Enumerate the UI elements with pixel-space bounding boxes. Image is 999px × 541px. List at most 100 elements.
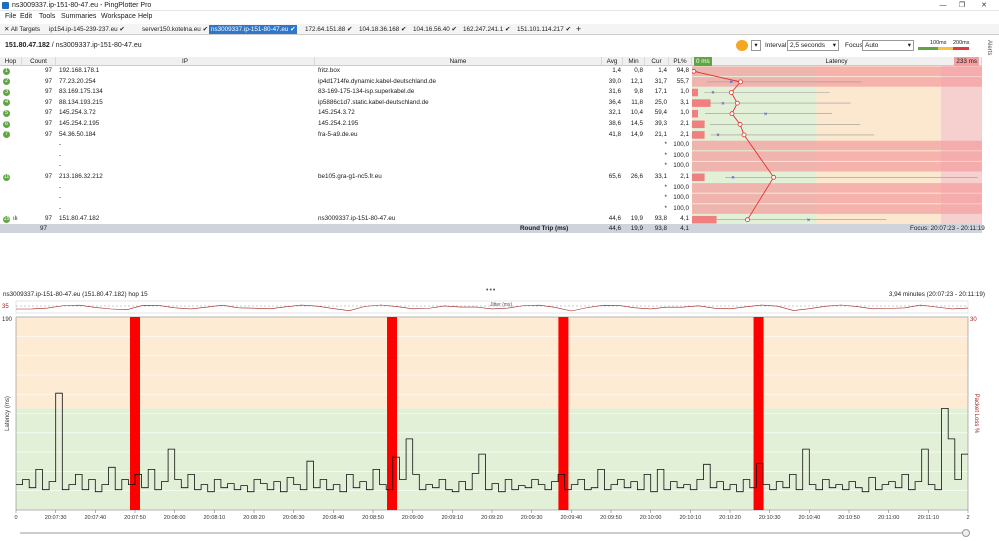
minimize-button[interactable]: — (936, 1, 950, 10)
table-row[interactable]: 2 97 77.23.20.254 ip4d1714fe.dynamic.kabel-… (0, 77, 692, 88)
current-marker: × (731, 176, 735, 182)
hop-count: 97 (44, 77, 52, 85)
table-row[interactable]: - * 100,0 (0, 140, 692, 151)
table-row[interactable]: 6 97 145.254.2.195 145.254.2.195 38,6 14,5 39,… (0, 119, 692, 130)
x-tick-label: 20:10:40 (798, 515, 820, 521)
x-tick-label: 20:10:10 (679, 515, 701, 521)
table-row[interactable]: 4 97 88.134.193.215 ip5886c1d7.static.kabel… (0, 98, 692, 109)
y-axis-max: 190 (2, 317, 13, 323)
timeline-slider-track[interactable] (20, 532, 970, 534)
close-icon[interactable]: ✕ (4, 26, 11, 33)
maximize-button[interactable]: ❐ (955, 1, 969, 10)
avg-point (728, 90, 734, 95)
col-header-hop[interactable]: Hop (0, 57, 22, 66)
col-header-pl[interactable]: PL% (669, 57, 692, 66)
tab-target-6[interactable]: 104.16.56.40 ✔ (411, 25, 459, 34)
tab-target-4[interactable]: 172.64.151.88 ✔ (303, 25, 354, 34)
hop-badge: 7 (3, 131, 10, 139)
hop-badge: 3 (3, 88, 10, 96)
hop-ip: - (59, 151, 62, 159)
timeline-slider-knob[interactable] (962, 529, 970, 537)
col-header-ip[interactable]: IP (56, 57, 315, 66)
tab-target-2[interactable]: server150.kotelna.eu ✔ (140, 25, 210, 34)
focus-select[interactable]: Auto ▾ (862, 40, 914, 51)
check-icon: ✔ (290, 26, 296, 33)
loss-bar (692, 215, 717, 224)
alert-bell-icon[interactable] (736, 40, 748, 51)
hop-ip: 213.186.32.212 (59, 173, 103, 180)
hop-count: 97 (44, 98, 52, 106)
avg-point (692, 68, 697, 74)
col-header-latency[interactable]: 0 ms Latency 233 ms (692, 57, 982, 66)
loss-bar (692, 161, 982, 172)
table-row[interactable]: 11 97 213.186.32.212 be105.gra-g1-nc5.fr.eu… (0, 172, 692, 183)
table-row[interactable]: - * 100,0 (0, 204, 692, 215)
menu-file[interactable]: File (5, 13, 16, 20)
col-header-avg[interactable]: Avg (602, 57, 623, 66)
hop-name: 145.254.3.72 (318, 109, 355, 117)
hop-ip: - (59, 141, 62, 149)
tab-target-8[interactable]: 151.101.114.217 ✔ (515, 25, 573, 34)
x-tick-label: 20:08:20 (243, 515, 265, 521)
interval-label: Interval (765, 42, 787, 49)
hop-count: 97 (44, 67, 52, 74)
avg-point (745, 217, 750, 223)
hop-ip: 145.254.3.72 (59, 109, 96, 117)
col-header-count[interactable]: Count (22, 57, 56, 66)
hop-ip: 145.254.2.195 (59, 120, 100, 127)
x-tick-label: 20:10:30 (759, 515, 781, 521)
tab-target-3[interactable]: ns3009337.ip-151-80-47.eu ✔ (209, 25, 298, 34)
tab-target-7[interactable]: 162.247.241.1 ✔ (461, 25, 512, 34)
check-icon: ✔ (401, 26, 407, 33)
hop-cur: 1,4 (658, 67, 667, 74)
hop-ip: - (59, 204, 62, 212)
col-header-min[interactable]: Min (623, 57, 645, 66)
hop-name: ip4d1714fe.dynamic.kabel-deutschland.de (318, 77, 436, 85)
menu-edit[interactable]: Edit (20, 13, 32, 20)
table-row[interactable]: - * 100,0 (0, 183, 692, 194)
hop-min: 0,8 (634, 67, 643, 74)
check-icon: ✔ (565, 26, 571, 33)
col-header-name[interactable]: Name (315, 57, 602, 66)
table-row[interactable]: 3 97 83.169.175.134 83-169-175-134-isp.supe… (0, 87, 692, 98)
close-button[interactable]: ✕ (977, 1, 991, 10)
options-dropdown-button[interactable]: ▾ (751, 40, 761, 51)
menu-summaries[interactable]: Summaries (61, 13, 96, 20)
hop-pl: 100,0 (673, 204, 689, 212)
x-tick-label: 20:11:10 (918, 515, 939, 521)
hop-pl: 94,8 (676, 67, 689, 74)
hop-badge: 1 (3, 67, 10, 75)
table-row[interactable]: 5 97 145.254.3.72 145.254.3.72 32,1 10,4 59,4 1… (0, 108, 692, 119)
col-header-cur[interactable]: Cur (645, 57, 669, 66)
hop-pl: 100,0 (673, 151, 689, 159)
latency-scale-max: 233 ms (954, 57, 979, 66)
table-row[interactable]: - * 100,0 (0, 193, 692, 204)
x-tick-label: 20:10:20 (719, 515, 741, 521)
menu-workspace[interactable]: Workspace (101, 13, 136, 20)
green-band (16, 408, 968, 510)
tab-target-5[interactable]: 104.18.36.168 ✔ (357, 25, 408, 34)
add-tab-button[interactable]: + (574, 25, 583, 34)
x-tick-label: 20:07:30 (45, 515, 67, 521)
check-icon: ✔ (451, 26, 457, 33)
current-marker: × (764, 112, 768, 118)
splitter-handle[interactable]: ••• (486, 287, 496, 294)
hop-pl: 100,0 (673, 194, 689, 202)
x-tick-label: 20:09:40 (560, 515, 582, 521)
menu-help[interactable]: Help (138, 13, 152, 20)
x-tick-label: 20:08:50 (362, 515, 384, 521)
table-row[interactable]: 7 97 54.36.50.184 fra-5-a9.de.eu 41,8 14,9 21,… (0, 130, 692, 141)
hop-badge: 11 (3, 173, 10, 181)
interval-select[interactable]: 2,5 seconds ▾ (787, 40, 839, 51)
table-row[interactable]: 1 97 192.168.178.1 fritz.box 1,4 0,8 1,4 94,8 (0, 66, 692, 77)
hop-name: be105.gra-g1-nc5.fr.eu (318, 173, 382, 180)
table-row[interactable]: - * 100,0 (0, 151, 692, 162)
alerts-panel-tab[interactable]: Alerts (986, 40, 992, 55)
hop-count: 97 (44, 120, 52, 127)
hop-pl: 100,0 (673, 141, 689, 149)
table-row[interactable]: - * 100,0 (0, 161, 692, 172)
tab-all-targets[interactable]: ✕ All Targets (2, 25, 42, 34)
tab-target-1[interactable]: ip154.ip-145-239-237.eu ✔ (47, 25, 127, 34)
hop-avg: 32,1 (608, 109, 621, 117)
menu-tools[interactable]: Tools (39, 13, 55, 20)
